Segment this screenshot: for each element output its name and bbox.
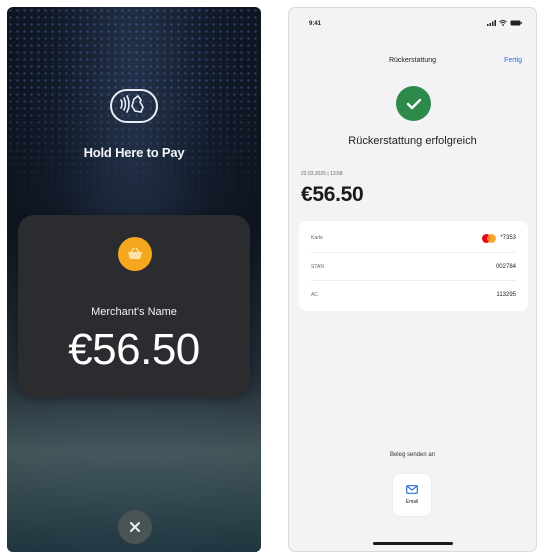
payment-amount: €56.50 xyxy=(68,325,200,374)
done-button[interactable]: Fertig xyxy=(504,57,522,64)
close-button[interactable] xyxy=(118,510,152,544)
refund-amount: €56.50 xyxy=(301,183,364,206)
hold-to-pay-prompt: Hold Here to Pay xyxy=(83,145,185,160)
merchant-name: Merchant's Name xyxy=(91,306,177,318)
detail-label: STAN xyxy=(311,264,324,270)
wifi-icon xyxy=(499,20,507,26)
contactless-indicator xyxy=(7,89,261,128)
detail-label: AC xyxy=(311,292,318,298)
transaction-details: Karte *7353 STAN 002784 AC 113295 xyxy=(299,221,528,311)
tap-to-pay-screen: Hold Here to Pay Merchant's Name €56.50 xyxy=(7,7,261,552)
detail-value: *7353 xyxy=(482,233,516,243)
contactless-payment-icon xyxy=(110,89,158,123)
detail-value: 002784 xyxy=(495,264,516,270)
detail-row-card: Karte *7353 xyxy=(311,224,516,252)
mastercard-icon xyxy=(482,233,497,243)
page-title: Rückerstattung xyxy=(388,57,437,64)
transaction-datetime: 22.03.2025 | 13:58 xyxy=(301,171,343,177)
status-time: 9:41 xyxy=(309,21,322,27)
detail-value: 113295 xyxy=(496,292,516,298)
signal-icon xyxy=(487,20,496,26)
merchant-logo xyxy=(118,237,152,271)
email-receipt-button[interactable]: Email xyxy=(393,474,431,516)
close-icon xyxy=(130,522,140,532)
card-last-digits: *7353 xyxy=(500,235,516,241)
detail-label: Karte xyxy=(311,235,323,241)
success-badge xyxy=(396,86,431,121)
email-button-label: Email xyxy=(405,499,419,505)
success-message: Rückerstattung erfolgreich xyxy=(348,135,477,147)
send-receipt-label: Beleg senden an xyxy=(389,452,436,458)
detail-row-ac: AC 113295 xyxy=(311,280,516,309)
battery-icon xyxy=(510,20,522,26)
status-icons xyxy=(487,20,522,26)
refund-success-screen: 9:41 Rückerstattung Fertig Rückerstattun… xyxy=(289,8,536,551)
payment-card: Merchant's Name €56.50 xyxy=(18,215,250,397)
checkmark-icon xyxy=(406,98,421,109)
mail-icon xyxy=(406,485,418,494)
home-indicator xyxy=(373,542,453,545)
basket-icon xyxy=(128,247,142,259)
detail-row-stan: STAN 002784 xyxy=(311,252,516,281)
